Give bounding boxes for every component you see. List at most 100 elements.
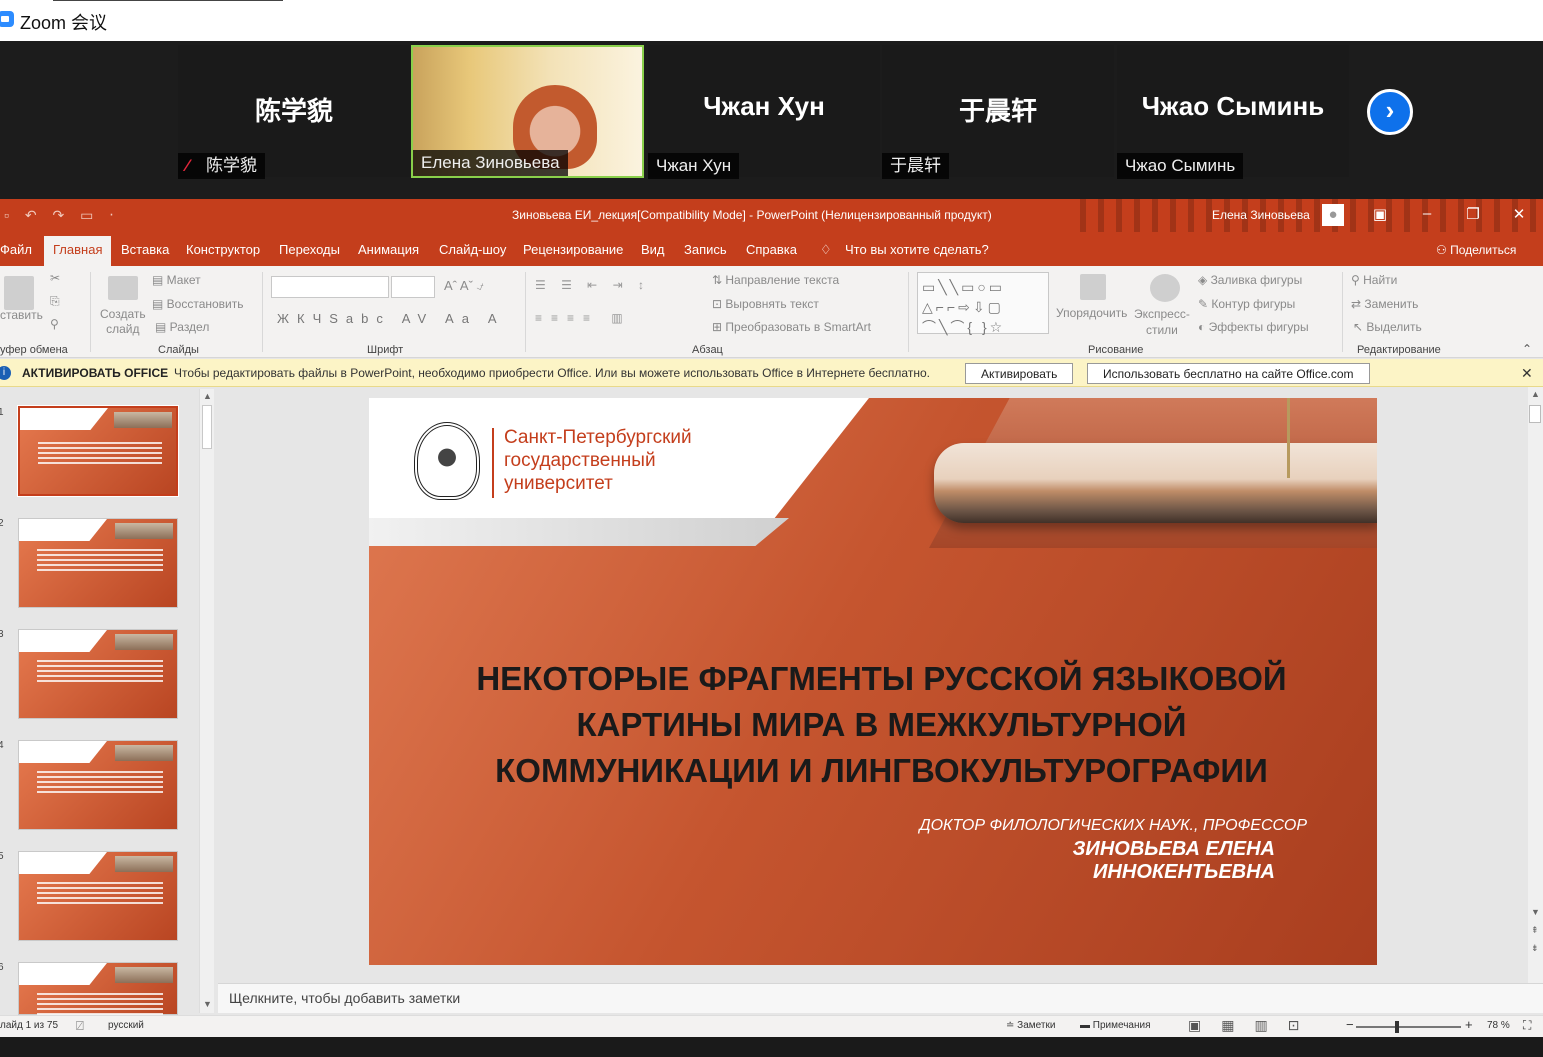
font-format-buttons[interactable]: ЖКЧSabc AV Aa A: [277, 311, 505, 326]
select-button[interactable]: ↖ Выделить: [1353, 320, 1422, 334]
reset-button[interactable]: ▤ Восстановить: [152, 297, 244, 311]
tab-slideshow[interactable]: Слайд-шоу: [439, 242, 506, 257]
slide-thumbnail[interactable]: [17, 405, 179, 497]
find-label: Найти: [1363, 273, 1398, 287]
user-avatar-icon[interactable]: ●: [1322, 204, 1344, 226]
notes-pane[interactable]: Щелкните, чтобы добавить заметки: [218, 983, 1543, 1013]
spell-check-icon[interactable]: ⍁: [76, 1018, 84, 1034]
activate-button[interactable]: Активировать: [965, 363, 1074, 384]
paste-label[interactable]: ставить: [0, 308, 43, 322]
tab-view[interactable]: Вид: [641, 242, 665, 257]
shapes-gallery[interactable]: ▭╲╲▭○▭ △⌐⌐⇨⇩▢ ⌒╲⌒{ }☆: [917, 272, 1049, 335]
tab-animations[interactable]: Анимация: [358, 242, 419, 257]
lightbulb-icon: ♢: [820, 242, 832, 257]
scroll-down-icon[interactable]: ▼: [203, 999, 212, 1009]
slide-thumbnail[interactable]: [18, 629, 178, 719]
tell-me-search[interactable]: Что вы хотите сделать?: [845, 242, 989, 257]
zoom-out-icon[interactable]: −: [1346, 1017, 1354, 1032]
text-direction-button[interactable]: ⇅ Направление текста: [712, 273, 839, 287]
activation-message-bar: i АКТИВИРОВАТЬ OFFICE Чтобы редактироват…: [0, 359, 1543, 387]
find-button[interactable]: ⚲ Найти: [1351, 273, 1397, 287]
notes-toggle[interactable]: ≐ Заметки: [1006, 1020, 1055, 1031]
participant-tile[interactable]: Чжан Хун Чжан Хун: [648, 45, 880, 179]
close-icon[interactable]: ✕: [1509, 205, 1529, 223]
replace-icon: ⇄: [1351, 297, 1365, 311]
replace-button[interactable]: ⇄ Заменить: [1351, 297, 1418, 311]
font-size-controls[interactable]: Aˆ Aˇ ⍻: [444, 278, 484, 294]
scroll-up-icon[interactable]: ▲: [203, 391, 212, 401]
comments-toggle[interactable]: ▬ Примечания: [1080, 1020, 1151, 1031]
zoom-level[interactable]: 78 %: [1487, 1020, 1510, 1031]
view-buttons[interactable]: ▣▦▥⊡: [1188, 1017, 1319, 1034]
tab-help[interactable]: Справка: [746, 242, 797, 257]
participant-tile[interactable]: 陈学貌 ⁄ 陈学貌: [178, 45, 410, 179]
fit-to-window-icon[interactable]: ⛶: [1523, 1018, 1531, 1033]
quick-access-toolbar[interactable]: ▫ ↶ ↷ ▭ ‧: [4, 207, 120, 224]
tab-design[interactable]: Конструктор: [186, 242, 260, 257]
tab-home[interactable]: Главная: [44, 236, 112, 266]
collapse-ribbon-icon[interactable]: ⌃: [1522, 342, 1532, 356]
font-family-dropdown[interactable]: [271, 276, 389, 298]
participant-tile[interactable]: Чжао Сыминь Чжао Сыминь: [1117, 45, 1349, 179]
slide-thumbnail[interactable]: [18, 962, 178, 1015]
shape-fill-button[interactable]: ◈ Заливка фигуры: [1198, 273, 1302, 287]
zoom-slider-knob[interactable]: [1395, 1021, 1399, 1033]
ribbon-display-icon[interactable]: ▣: [1370, 205, 1390, 223]
slide-thumbnail[interactable]: [18, 518, 178, 608]
next-slide-icon[interactable]: ⇟: [1531, 943, 1539, 954]
scrollbar-thumb[interactable]: [202, 405, 212, 449]
use-free-button[interactable]: Использовать бесплатно на сайте Office.c…: [1087, 363, 1370, 384]
tab-file[interactable]: Файл: [0, 242, 32, 257]
fill-icon: ◈: [1198, 273, 1211, 287]
layout-button[interactable]: ▤ Макет: [152, 273, 201, 287]
paste-icon[interactable]: [4, 276, 34, 310]
format-painter-icon[interactable]: ⚲: [50, 317, 59, 331]
quick-styles-button[interactable]: Экспресс- стили: [1134, 306, 1190, 338]
close-message-icon[interactable]: ✕: [1521, 365, 1533, 382]
thumbnail-number: 1: [0, 407, 4, 418]
account-name[interactable]: Елена Зиновьева: [1212, 208, 1310, 222]
university-name-line: университет: [504, 473, 613, 494]
shape-effects-button[interactable]: ◐ Эффекты фигуры: [1198, 320, 1309, 334]
slide-thumbnail[interactable]: [18, 851, 178, 941]
reset-icon: ▤: [152, 297, 167, 311]
zoom-slider[interactable]: [1356, 1026, 1461, 1028]
tab-review[interactable]: Рецензирование: [523, 242, 623, 257]
copy-icon[interactable]: ⎘: [50, 294, 60, 309]
list-buttons[interactable]: ☰ ☰ ⇤ ⇥ ↕: [535, 278, 650, 292]
align-buttons[interactable]: ≡≡≡≡ ▥: [535, 311, 632, 325]
quick-styles-icon[interactable]: [1150, 274, 1180, 302]
section-icon: ▤: [155, 320, 170, 334]
font-size-dropdown[interactable]: [391, 276, 435, 298]
language-indicator[interactable]: русский: [108, 1020, 144, 1031]
new-slide-button[interactable]: Создать слайд: [100, 307, 146, 337]
restore-icon[interactable]: ❐: [1463, 205, 1483, 223]
minimize-icon[interactable]: –: [1417, 205, 1437, 222]
new-slide-icon[interactable]: [108, 276, 138, 300]
participant-tile[interactable]: 于晨轩 于晨轩: [882, 45, 1114, 179]
thumbnail-number: 2: [0, 518, 4, 529]
scroll-down-icon[interactable]: ▼: [1531, 907, 1540, 917]
smartart-button[interactable]: ⊞ Преобразовать в SmartArt: [712, 320, 871, 334]
tab-insert[interactable]: Вставка: [121, 242, 169, 257]
share-button[interactable]: ⚇ Поделиться: [1436, 243, 1516, 257]
scroll-up-icon[interactable]: ▲: [1531, 389, 1540, 399]
tab-transitions[interactable]: Переходы: [279, 242, 340, 257]
thumbnails-scrollbar[interactable]: ▲ ▼: [199, 389, 214, 1013]
participant-video-tile[interactable]: Елена Зиновьева: [411, 45, 644, 178]
arrange-button[interactable]: Упорядочить: [1056, 306, 1127, 320]
zoom-in-icon[interactable]: +: [1465, 1017, 1473, 1032]
next-page-arrow-icon[interactable]: ›: [1367, 89, 1413, 135]
shape-outline-label: Контур фигуры: [1211, 297, 1296, 311]
tab-record[interactable]: Запись: [684, 242, 727, 257]
align-text-button[interactable]: ⊡ Выровнять текст: [712, 297, 819, 311]
slide-thumbnail[interactable]: [18, 740, 178, 830]
editor-scrollbar[interactable]: ▲ ▼ ⇞ ⇟: [1528, 387, 1543, 983]
previous-slide-icon[interactable]: ⇞: [1531, 925, 1539, 936]
section-button[interactable]: ▤ Раздел: [155, 320, 209, 334]
current-slide[interactable]: Санкт-Петербургский государственный унив…: [369, 398, 1377, 965]
shape-outline-button[interactable]: ✎ Контур фигуры: [1198, 297, 1295, 311]
scrollbar-thumb[interactable]: [1529, 405, 1541, 423]
arrange-icon[interactable]: [1080, 274, 1106, 300]
cut-icon[interactable]: ✂: [50, 271, 60, 285]
